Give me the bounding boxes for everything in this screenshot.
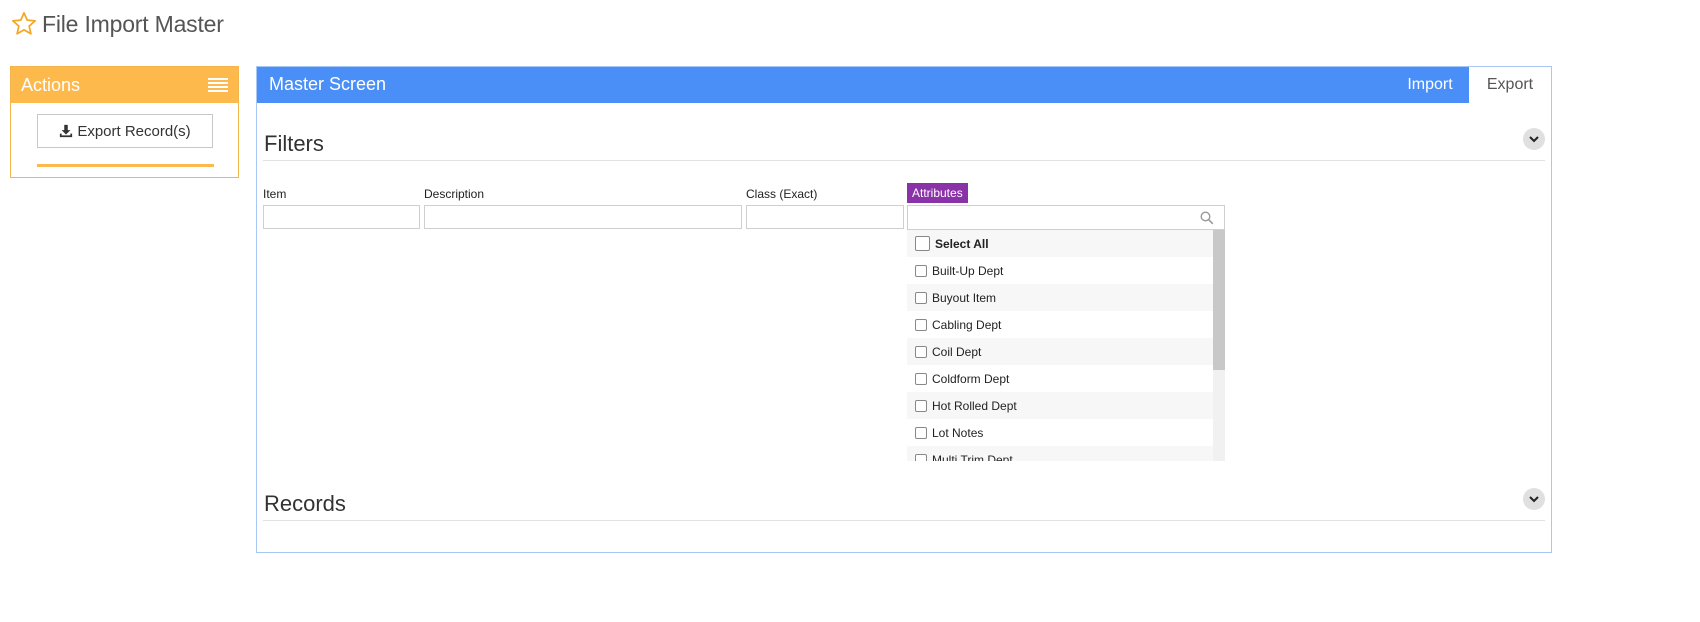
master-title: Master Screen <box>269 74 387 94</box>
filters-divider <box>263 160 1545 161</box>
page-header: File Import Master <box>10 8 224 40</box>
attribute-option[interactable]: Buyout Item <box>907 284 1213 311</box>
export-records-label: Export Record(s) <box>77 122 191 140</box>
attribute-option-label: Cabling Dept <box>932 317 1002 332</box>
attribute-option-label: Buyout Item <box>932 290 997 305</box>
attribute-option-label: Hot Rolled Dept <box>932 398 1017 413</box>
checkbox[interactable] <box>915 318 927 331</box>
checkbox[interactable] <box>915 372 927 385</box>
checkbox[interactable] <box>915 236 930 251</box>
master-header: Master Screen Import Export <box>257 67 1551 103</box>
records-collapse-button[interactable] <box>1523 488 1545 510</box>
attribute-option[interactable]: Multi Trim Dept <box>907 446 1213 461</box>
tab-import[interactable]: Import <box>1395 67 1465 103</box>
filters-title: Filters <box>264 131 324 156</box>
checkbox[interactable] <box>915 291 927 304</box>
checkbox[interactable] <box>915 426 927 439</box>
chevron-down-icon <box>1529 496 1539 503</box>
records-divider <box>263 520 1545 521</box>
records-title: Records <box>264 491 346 516</box>
download-icon <box>60 124 73 138</box>
checkbox[interactable] <box>915 453 927 461</box>
attributes-search-input[interactable] <box>907 205 1225 230</box>
attribute-option-label: Multi Trim Dept <box>932 452 1013 462</box>
actions-header: Actions <box>11 67 238 103</box>
attributes-label: Attributes <box>907 183 968 203</box>
attribute-option[interactable]: Built-Up Dept <box>907 257 1213 284</box>
attribute-option[interactable]: Coldform Dept <box>907 365 1213 392</box>
attributes-dropdown-list: Select All Built-Up Dept Buyout Item Cab… <box>907 230 1225 461</box>
attribute-option-label: Coldform Dept <box>932 371 1010 386</box>
page-title: File Import Master <box>42 10 224 37</box>
actions-panel: Actions Export Record(s) <box>10 66 239 178</box>
attribute-option[interactable]: Lot Notes <box>907 419 1213 446</box>
chevron-down-icon <box>1529 136 1539 143</box>
class-label: Class (Exact) <box>746 187 818 201</box>
attribute-option-label: Coil Dept <box>932 344 982 359</box>
attribute-option-label: Lot Notes <box>932 425 984 440</box>
class-input[interactable] <box>746 205 904 229</box>
description-label: Description <box>424 187 485 201</box>
item-input[interactable] <box>263 205 420 229</box>
attribute-option[interactable]: Hot Rolled Dept <box>907 392 1213 419</box>
actions-title: Actions <box>21 74 81 95</box>
checkbox[interactable] <box>915 399 927 412</box>
description-input[interactable] <box>424 205 742 229</box>
master-panel: Master Screen Import Export Filters Item… <box>256 66 1552 553</box>
menu-icon[interactable] <box>208 78 228 92</box>
filters-collapse-button[interactable] <box>1523 128 1545 150</box>
checkbox[interactable] <box>915 345 927 358</box>
star-icon[interactable] <box>10 10 38 38</box>
item-label: Item <box>263 187 287 201</box>
scrollbar-thumb[interactable] <box>1213 230 1225 370</box>
export-records-button[interactable]: Export Record(s) <box>37 114 213 148</box>
attribute-option-select-all[interactable]: Select All <box>907 230 1213 257</box>
checkbox[interactable] <box>915 264 927 277</box>
attribute-option-label: Built-Up Dept <box>932 263 1004 278</box>
tab-export[interactable]: Export <box>1469 67 1551 103</box>
search-icon <box>1200 211 1214 225</box>
attribute-option[interactable]: Cabling Dept <box>907 311 1213 338</box>
actions-divider <box>37 164 214 167</box>
attribute-option[interactable]: Coil Dept <box>907 338 1213 365</box>
attribute-option-label: Select All <box>935 236 989 251</box>
